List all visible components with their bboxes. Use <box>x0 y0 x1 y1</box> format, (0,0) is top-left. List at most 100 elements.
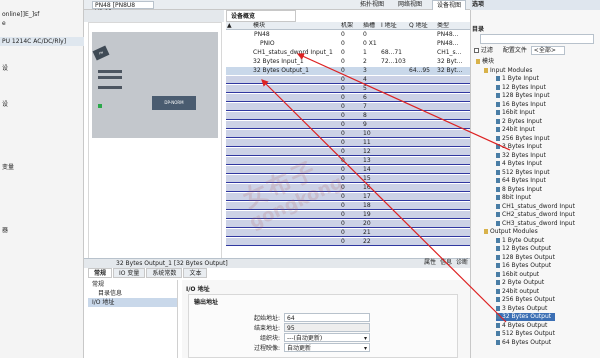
catalog-item[interactable]: 1 Byte Output <box>496 237 544 245</box>
table-row[interactable]: 0 22 <box>226 238 470 246</box>
table-cell <box>380 184 408 192</box>
catalog-item[interactable]: 128 Bytes Output <box>496 254 555 262</box>
table-row[interactable]: 0 11 <box>226 139 470 147</box>
table-row[interactable]: 09 <box>226 121 470 129</box>
catalog-item[interactable]: 16 Bytes Input <box>496 101 546 109</box>
tree-item[interactable]: e <box>0 19 84 28</box>
device-view-tab[interactable]: 设备视图 <box>431 0 466 10</box>
tree-item[interactable] <box>0 208 84 217</box>
table-row[interactable]: 32 Bytes Input_1 0 2 72...103 32 Byt... <box>226 58 470 66</box>
catalog-item[interactable]: 64 Bytes Output <box>496 339 551 347</box>
tab-general[interactable]: 常规 <box>88 268 113 278</box>
tree-item[interactable] <box>0 73 84 82</box>
catalog-item[interactable]: 32 Bytes Output <box>496 313 556 321</box>
tree-item[interactable]: 设 <box>0 64 84 73</box>
catalog-item[interactable]: 512 Bytes Input <box>496 169 550 177</box>
organization-block-select[interactable]: ---(自动更新) <box>284 333 370 343</box>
tree-item[interactable]: 器 <box>0 226 84 235</box>
catalog-item[interactable]: 3 Bytes Input <box>496 143 542 151</box>
table-row[interactable]: 0 21 <box>226 229 470 237</box>
tab-system-constants[interactable]: 系统常数 <box>146 268 183 278</box>
catalog-search-input[interactable] <box>480 34 594 44</box>
tree-item[interactable] <box>0 109 84 118</box>
catalog-item[interactable]: 8 Bytes Input <box>496 186 542 194</box>
catalog-item[interactable]: 3 Bytes Output <box>496 305 547 313</box>
tab-io-tags[interactable]: IO 变量 <box>113 268 146 278</box>
tree-item[interactable] <box>0 145 84 154</box>
topology-view-tab[interactable]: 拓扑视图 <box>356 0 388 10</box>
table-row[interactable]: PN48 0 0 PN48... <box>226 31 470 39</box>
catalog-item[interactable]: CH1_status_dword Input <box>496 203 575 211</box>
catalog-item[interactable]: 12 Bytes Input <box>496 84 546 92</box>
catalog-item[interactable]: 16bit Input <box>496 109 535 117</box>
tree-item[interactable]: PU 1214C AC/DC/Rly] <box>0 37 84 46</box>
catalog-item[interactable]: 256 Bytes Input <box>496 135 550 143</box>
tree-item[interactable] <box>0 127 84 136</box>
catalog-item[interactable]: CH2_status_dword Input <box>496 211 575 219</box>
nav-catalog-info[interactable]: 目录信息 <box>88 289 177 298</box>
info-tab[interactable]: 信息 <box>440 258 452 268</box>
tree-item[interactable] <box>0 91 84 100</box>
tree-item[interactable] <box>0 172 84 181</box>
tree-item[interactable] <box>0 82 84 91</box>
catalog-folder[interactable]: Input Modules <box>484 67 532 75</box>
table-row[interactable]: 08 <box>226 112 470 120</box>
table-row[interactable]: 07 <box>226 103 470 111</box>
catalog-item[interactable]: 32 Bytes Input <box>496 152 546 160</box>
tree-item[interactable] <box>0 190 84 199</box>
catalog-item[interactable]: 4 Bytes Output <box>496 322 547 330</box>
device-select[interactable]: PN48 [PN8U8 V2.1] <box>92 1 154 16</box>
tree-item[interactable] <box>0 154 84 163</box>
catalog-item[interactable]: 24bit output <box>496 288 539 296</box>
profile-select[interactable]: <全部> <box>530 46 565 55</box>
start-address-field[interactable]: 64 <box>284 313 370 322</box>
table-row[interactable]: 0 13 <box>226 157 470 165</box>
diagnostics-tab[interactable]: 诊断 <box>456 258 468 268</box>
tree-item[interactable] <box>0 46 84 55</box>
tree-item[interactable] <box>0 118 84 127</box>
catalog-item[interactable]: 8bit Input <box>496 194 531 202</box>
tab-texts[interactable]: 文本 <box>183 268 208 278</box>
catalog-item[interactable]: 1 Byte Input <box>496 75 539 83</box>
tree-item[interactable] <box>0 28 84 37</box>
catalog-folder[interactable]: 模块 <box>476 58 494 66</box>
process-image-select[interactable]: 自动更新 <box>284 343 370 353</box>
catalog-item[interactable]: 4 Bytes Input <box>496 160 542 168</box>
catalog-item[interactable]: 2 Bytes Input <box>496 118 542 126</box>
tree-item[interactable] <box>0 55 84 64</box>
network-view-tab[interactable]: 网络视图 <box>394 0 426 10</box>
catalog-item[interactable]: 24bit Input <box>496 126 535 134</box>
catalog-item[interactable]: 16bit output <box>496 271 539 279</box>
catalog-item[interactable]: 2 Byte Output <box>496 279 544 287</box>
table-row[interactable]: 05 <box>226 85 470 93</box>
tree-item[interactable] <box>0 199 84 208</box>
catalog-item[interactable]: 512 Bytes Output <box>496 330 555 338</box>
tree-item[interactable] <box>0 136 84 145</box>
catalog-folder[interactable]: Output Modules <box>484 228 538 236</box>
catalog-item[interactable]: 256 Bytes Output <box>496 296 555 304</box>
nav-io-address[interactable]: I/O 地址 <box>88 298 177 307</box>
table-row[interactable]: CH1_status_dword Input_1 0 1 68...71 CH1_s..… <box>226 49 470 57</box>
catalog-item[interactable]: 16 Bytes Output <box>496 262 551 270</box>
table-row[interactable]: 06 <box>226 94 470 102</box>
tree-item[interactable] <box>0 181 84 190</box>
catalog-item[interactable]: 64 Bytes Input <box>496 177 546 185</box>
nav-general[interactable]: 常规 <box>88 280 177 289</box>
table-row[interactable]: 0 12 <box>226 148 470 156</box>
dp-norm-module[interactable]: DP-NORM <box>152 96 196 110</box>
device-overview-tab[interactable]: 设备概览 <box>226 10 296 22</box>
table-row[interactable]: 04 <box>226 76 470 84</box>
filter-checkbox[interactable] <box>474 48 479 53</box>
tree-item[interactable]: 变量 <box>0 163 84 172</box>
rack[interactable] <box>92 32 218 138</box>
catalog-item[interactable]: 128 Bytes Input <box>496 92 550 100</box>
table-row[interactable]: 0 10 <box>226 130 470 138</box>
tree-item[interactable] <box>0 217 84 226</box>
catalog-item[interactable]: CH3_status_dword Input <box>496 220 575 228</box>
table-row[interactable]: PNIO 0 0 X1 PN48... <box>226 40 470 48</box>
tree-item[interactable]: online]]E_]sf <box>0 10 84 19</box>
properties-tab[interactable]: 属性 <box>424 258 436 268</box>
table-row[interactable]: 32 Bytes Output_1 0 3 64...95 32 Byt... <box>226 67 470 75</box>
catalog-item[interactable]: 12 Bytes Output <box>496 245 551 253</box>
tree-item[interactable]: 设 <box>0 100 84 109</box>
